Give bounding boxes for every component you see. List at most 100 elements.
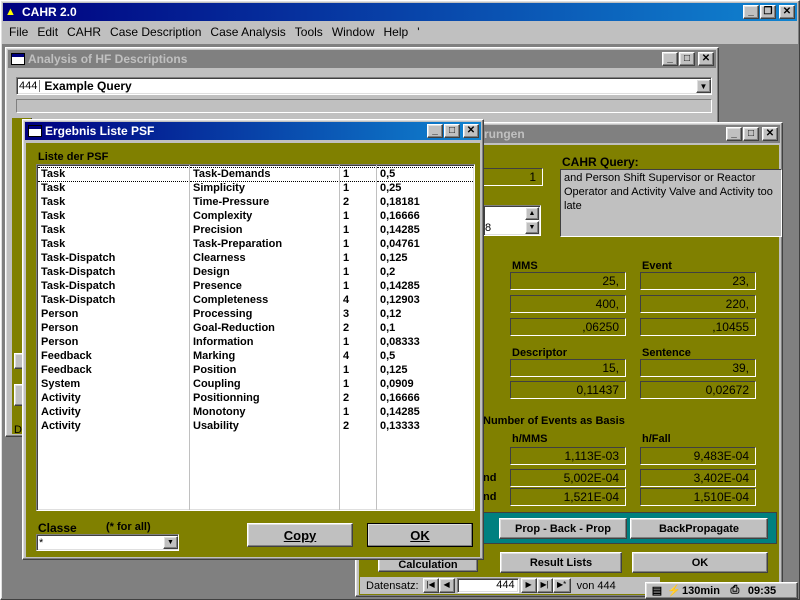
psf-class-cell: Task-Dispatch [41, 280, 116, 292]
chevron-down-icon[interactable]: ▼ [696, 79, 711, 93]
psf-row[interactable]: Task Time-Pressure 2 0,18181 [38, 196, 473, 210]
psf-count-cell: 2 [343, 392, 350, 404]
menu-help[interactable]: Help [384, 25, 409, 39]
main-title-bar[interactable]: ▲ CAHR 2.0 _ ❐ ✕ [3, 3, 797, 21]
psf-row[interactable]: Task Precision 1 0,14285 [38, 224, 473, 238]
psf-row[interactable]: Task-Dispatch Completeness 4 0,12903 [38, 294, 473, 308]
battery-icon[interactable]: ⚡ [666, 584, 682, 597]
printer-icon[interactable]: ⎙ [726, 584, 744, 597]
psf-class-cell: Task [41, 238, 66, 250]
h-mms-field-2: 5,002E-04 [510, 469, 626, 487]
psf-row[interactable]: Task-Dispatch Presence 1 0,14285 [38, 280, 473, 294]
psf-row[interactable]: Task-Dispatch Design 1 0,2 [38, 266, 473, 280]
menu-edit[interactable]: Edit [37, 25, 58, 39]
close-icon[interactable]: ✕ [463, 124, 479, 138]
psf-count-cell: 1 [343, 182, 350, 195]
minimize-icon[interactable]: _ [726, 127, 742, 141]
classe-select[interactable]: * ▼ [36, 534, 179, 551]
psf-weight-cell: 0,1 [380, 322, 396, 334]
copy-label: Copy [283, 527, 317, 543]
psf-row[interactable]: Feedback Marking 4 0,5 [38, 350, 473, 364]
psf-row[interactable]: Task Task-Demands 1 0,5 [38, 167, 473, 182]
psf-count-cell: 1 [343, 252, 350, 264]
spinner-field[interactable]: 8 ▲ ▼ [483, 205, 541, 236]
prop-back-prop-button[interactable]: Prop - Back - Prop [499, 518, 627, 539]
record-navigator: Datensatz: |◀ ◀ 444 ▶ ▶| ▶* von 444 [360, 577, 660, 594]
last-record-icon[interactable]: ▶| [536, 578, 553, 593]
psf-list[interactable]: Task Task-Demands 1 0,5 Task Simplicity 1 0,25 T… [36, 164, 475, 511]
menu-window[interactable]: Window [332, 25, 375, 39]
psf-title: Ergebnis Liste PSF [45, 124, 155, 138]
psf-count-cell: 1 [343, 280, 350, 292]
analysis-title-bar[interactable]: Analysis of HF Descriptions _ □ ✕ [8, 50, 716, 68]
minimize-icon[interactable]: _ [427, 124, 443, 138]
restore-icon[interactable]: ❐ [760, 5, 776, 19]
psf-row[interactable]: Activity Monotony 1 0,14285 [38, 406, 473, 420]
minimize-icon[interactable]: _ [662, 52, 678, 66]
menu-case-analysis[interactable]: Case Analysis [210, 25, 285, 39]
spin-down-icon[interactable]: ▼ [525, 221, 539, 234]
psf-row[interactable]: Task-Dispatch Clearness 1 0,125 [38, 252, 473, 266]
psf-weight-cell: 0,0909 [380, 378, 414, 390]
cahr-query-label: CAHR Query: [562, 155, 639, 169]
event-label: Event [642, 260, 672, 272]
prev-record-icon[interactable]: ◀ [438, 578, 455, 593]
mms-label: MMS [512, 260, 538, 272]
psf-class-cell: Task-Dispatch [41, 294, 116, 306]
maximize-icon[interactable]: □ [444, 124, 460, 138]
psf-factor-cell: Presence [193, 280, 242, 292]
query-select[interactable]: 444 Example Query ▼ [16, 77, 712, 95]
next-record-icon[interactable]: ▶ [520, 578, 537, 593]
menu-file[interactable]: File [9, 25, 28, 39]
chevron-down-icon[interactable]: ▼ [163, 536, 178, 549]
psf-weight-cell: 0,14285 [380, 224, 420, 236]
psf-count-cell: 1 [343, 266, 350, 278]
psf-factor-cell: Monotony [193, 406, 246, 418]
psf-weight-cell: 0,25 [380, 182, 402, 195]
query-id: 444 [17, 80, 41, 92]
menu-bar: File Edit CAHR Case Description Case Ana… [3, 21, 797, 43]
minimize-icon[interactable]: _ [743, 5, 759, 19]
psf-title-bar[interactable]: Ergebnis Liste PSF _ □ ✕ [25, 122, 481, 140]
psf-row[interactable]: Feedback Position 1 0,125 [38, 364, 473, 378]
close-icon[interactable]: ✕ [779, 5, 795, 19]
network-icon[interactable]: ▤ [648, 584, 666, 597]
psf-row[interactable]: Person Information 1 0,08333 [38, 336, 473, 350]
h-mms-field-1: 1,113E-03 [510, 447, 626, 465]
close-icon[interactable]: ✕ [698, 52, 714, 66]
psf-row[interactable]: Task Simplicity 1 0,25 [38, 182, 473, 196]
menu-tools[interactable]: Tools [295, 25, 323, 39]
menu-cahr[interactable]: CAHR [67, 25, 101, 39]
psf-row[interactable]: Person Processing 3 0,12 [38, 308, 473, 322]
psf-row[interactable]: Person Goal-Reduction 2 0,1 [38, 322, 473, 336]
backpropagate-button[interactable]: BackPropagate [630, 518, 768, 539]
row-suffix-2: nd [483, 472, 497, 484]
close-icon[interactable]: ✕ [762, 127, 778, 141]
psf-class-cell: Feedback [41, 350, 92, 362]
psf-weight-cell: 0,14285 [380, 280, 420, 292]
ok-button[interactable]: OK [632, 552, 768, 573]
psf-row[interactable]: System Coupling 1 0,0909 [38, 378, 473, 392]
psf-row[interactable]: Task Task-Preparation 1 0,04761 [38, 238, 473, 252]
maximize-icon[interactable]: □ [743, 127, 759, 141]
psf-factor-cell: Coupling [193, 378, 241, 390]
copy-button[interactable]: Copy [247, 523, 353, 547]
psf-class-cell: Task [41, 210, 66, 222]
maximize-icon[interactable]: □ [679, 52, 695, 66]
h-fall-field-3: 1,510E-04 [640, 488, 756, 506]
event-field-3: ,10455 [640, 318, 756, 336]
new-record-icon[interactable]: ▶* [552, 578, 571, 593]
psf-row[interactable]: Activity Usability 2 0,13333 [38, 420, 473, 434]
psf-weight-cell: 0,14285 [380, 406, 420, 418]
menu-extra: ' [417, 25, 420, 39]
spin-up-icon[interactable]: ▲ [525, 207, 539, 220]
menu-case-description[interactable]: Case Description [110, 25, 201, 39]
psf-ok-button[interactable]: OK [367, 523, 473, 547]
psf-row[interactable]: Activity Positionning 2 0,16666 [38, 392, 473, 406]
psf-row[interactable]: Task Complexity 1 0,16666 [38, 210, 473, 224]
count-field[interactable]: 1 [483, 168, 543, 186]
result-lists-button[interactable]: Result Lists [500, 552, 622, 573]
record-number-field[interactable]: 444 [456, 578, 519, 593]
psf-factor-cell: Completeness [193, 294, 269, 306]
first-record-icon[interactable]: |◀ [422, 578, 439, 593]
